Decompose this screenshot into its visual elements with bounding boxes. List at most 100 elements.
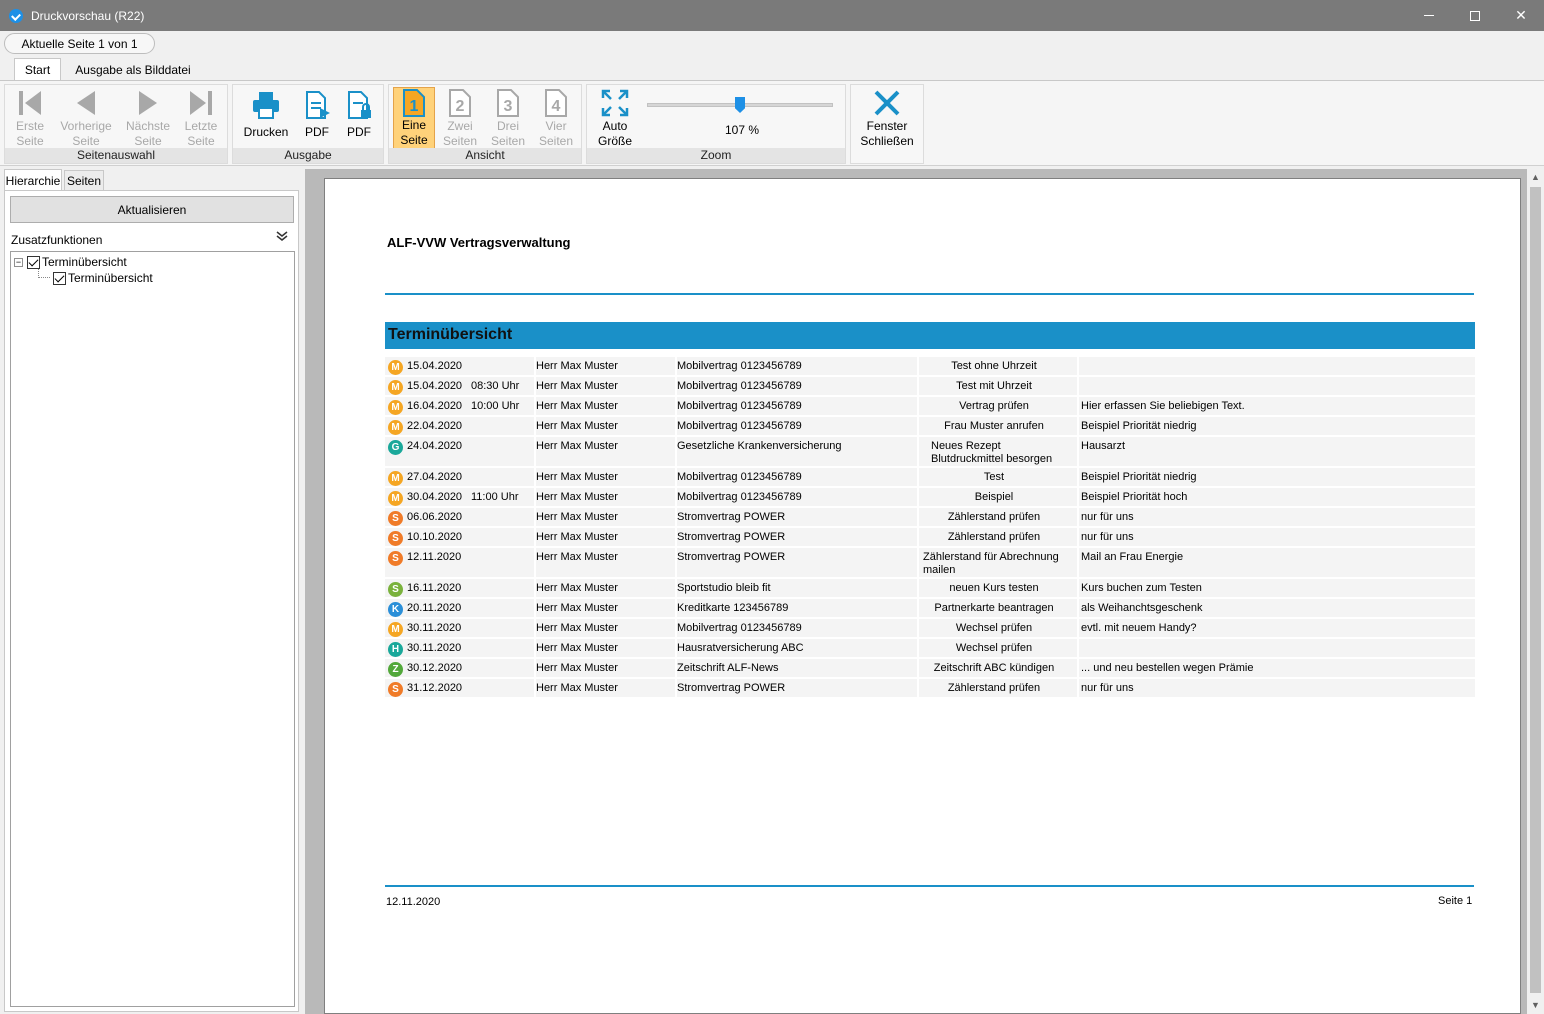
checkbox-root[interactable] — [27, 255, 40, 269]
group-label-zoom: Zoom — [587, 148, 845, 163]
last-page-label-2: Seite — [187, 134, 215, 148]
category-badge-icon: K — [388, 602, 403, 617]
cell-person: Herr Max Muster — [536, 531, 618, 543]
one-page-button[interactable]: 1 Eine Seite — [393, 87, 435, 149]
cell-date: 30.12.2020 — [407, 662, 463, 674]
svg-text:4: 4 — [552, 98, 561, 115]
three-pages-label-1: Drei — [496, 119, 519, 133]
cell-date: 30.11.2020 — [407, 642, 462, 654]
two-pages-label-1: Zwei — [447, 119, 473, 133]
printer-icon — [250, 89, 282, 121]
tab-ausgabe-bilddatei[interactable]: Ausgabe als Bilddatei — [68, 58, 198, 81]
cell-date: 27.04.2020 — [407, 471, 463, 483]
vertical-scrollbar[interactable]: ▲ ▼ — [1527, 169, 1544, 1014]
cell-contract: Kreditkarte 123456789 — [677, 602, 789, 614]
minimize-button[interactable] — [1406, 0, 1452, 31]
cell-note: ... und neu bestellen wegen Prämie — [1081, 662, 1254, 674]
header-rule — [385, 293, 1474, 295]
cell-task: Zählerstand prüfen — [947, 682, 1041, 694]
group-ansicht: 1 Eine Seite 2 Zwei Seiten 3 Drei Seiten… — [388, 84, 582, 164]
group-ausgabe: Drucken PDF PDF Ausgabe — [232, 84, 384, 164]
scrollbar-thumb[interactable] — [1530, 187, 1541, 993]
cell-person: Herr Max Muster — [536, 420, 618, 432]
collapse-icon[interactable]: − — [14, 257, 23, 267]
last-page-icon — [185, 87, 217, 119]
next-page-label-2: Seite — [134, 134, 162, 148]
first-page-label-2: Seite — [16, 134, 44, 148]
tab-seiten[interactable]: Seiten — [64, 170, 104, 190]
two-pages-button[interactable]: 2 Zwei Seiten — [439, 87, 481, 149]
tab-start[interactable]: Start — [14, 58, 61, 81]
chevron-double-down-icon[interactable] — [275, 229, 289, 245]
one-page-label-2: Seite — [400, 133, 428, 147]
scroll-down-icon[interactable]: ▼ — [1527, 997, 1544, 1014]
cell-time: 11:00 Uhr — [471, 491, 519, 503]
category-badge-icon: Z — [388, 662, 403, 677]
cell-person: Herr Max Muster — [536, 602, 618, 614]
cell-task: Neues Rezept Blutdruckmittel besorgen — [931, 440, 1053, 465]
hierarchy-panel: Aktualisieren Zusatzfunktionen − Terminü… — [4, 190, 299, 1012]
cell-note: Beispiel Priorität niedrig — [1081, 471, 1197, 483]
auto-size-button[interactable]: Auto Größe — [593, 87, 637, 149]
cell-task: Test — [983, 471, 1005, 483]
category-badge-icon: M — [388, 360, 403, 375]
first-page-button[interactable]: Erste Seite — [9, 87, 51, 149]
print-label: Drucken — [243, 125, 289, 139]
cell-date: 15.04.2020 — [407, 380, 463, 392]
last-page-button[interactable]: Letzte Seite — [179, 87, 223, 149]
zusatzfunktionen-label: Zusatzfunktionen — [11, 233, 103, 247]
cell-date: 22.04.2020 — [407, 420, 463, 432]
table-row: M 15.04.2020 08:30 Uhr Herr Max Muster Mobil… — [385, 377, 1475, 397]
cell-note: Hausarzt — [1081, 440, 1126, 452]
four-pages-button[interactable]: 4 Vier Seiten — [535, 87, 577, 149]
table-row: K 20.11.2020 Herr Max Muster Kreditkarte 12… — [385, 599, 1475, 619]
checkbox-child[interactable] — [53, 271, 66, 285]
close-window-button[interactable]: ✕ — [1498, 0, 1544, 31]
app-check-icon — [9, 8, 23, 23]
print-button[interactable]: Drucken — [239, 89, 293, 151]
group-label-seitenauswahl: Seitenauswahl — [5, 148, 227, 163]
table-row: G 24.04.2020 Herr Max Muster Gesetzliche Kr… — [385, 437, 1475, 468]
current-page-indicator[interactable]: Aktuelle Seite 1 von 1 — [4, 33, 155, 54]
cell-contract: Gesetzliche Krankenversicherung — [677, 440, 842, 452]
group-label-ausgabe: Ausgabe — [233, 148, 383, 163]
scroll-up-icon[interactable]: ▲ — [1527, 169, 1544, 186]
previous-page-button[interactable]: Vorherige Seite — [57, 87, 115, 149]
cell-task: Vertrag prüfen — [959, 400, 1029, 412]
table-row: Z 30.12.2020 Herr Max Muster Zeitschrift AL… — [385, 659, 1475, 679]
tree-node-child[interactable]: Terminübersicht — [53, 270, 153, 286]
tab-hierarchie[interactable]: Hierarchie — [4, 169, 62, 191]
cell-date: 16.11.2020 — [407, 582, 462, 594]
cell-contract: Stromvertrag POWER — [677, 511, 786, 523]
four-pages-label-1: Vier — [545, 119, 567, 133]
cell-time: 08:30 Uhr — [471, 380, 520, 392]
cell-note: Beispiel Priorität niedrig — [1081, 420, 1197, 432]
cell-contract: Mobilvertrag 0123456789 — [677, 491, 802, 503]
first-page-icon — [14, 87, 46, 119]
pdf-lock-icon — [343, 89, 375, 121]
close-window-ribbon-button[interactable]: Fenster Schließen — [857, 87, 917, 149]
three-pages-button[interactable]: 3 Drei Seiten — [487, 87, 529, 149]
cell-task: Zählerstand prüfen — [947, 531, 1041, 543]
zoom-slider-thumb[interactable] — [735, 97, 745, 113]
close-icon: ✕ — [1515, 7, 1527, 23]
refresh-button[interactable]: Aktualisieren — [10, 196, 294, 223]
category-badge-icon: M — [388, 471, 403, 486]
cell-note: Mail an Frau Energie — [1081, 551, 1184, 563]
pdf-secure-button[interactable]: PDF — [339, 89, 379, 151]
two-pages-label-2: Seiten — [442, 134, 478, 148]
tree-node-root[interactable]: − Terminübersicht — [14, 254, 127, 270]
previous-page-label-1: Vorherige — [60, 119, 112, 133]
zoom-value: 107 % — [724, 123, 760, 137]
cell-person: Herr Max Muster — [536, 471, 618, 483]
category-badge-icon: G — [388, 440, 403, 455]
cell-date: 20.11.2020 — [407, 602, 462, 614]
maximize-button[interactable] — [1452, 0, 1498, 31]
category-badge-icon: M — [388, 491, 403, 506]
category-badge-icon: H — [388, 642, 403, 657]
previous-page-icon — [70, 87, 102, 119]
cell-task: neuen Kurs testen — [949, 582, 1039, 594]
cell-person: Herr Max Muster — [536, 360, 618, 372]
pdf-export-button[interactable]: PDF — [297, 89, 337, 151]
next-page-button[interactable]: Nächste Seite — [121, 87, 175, 149]
